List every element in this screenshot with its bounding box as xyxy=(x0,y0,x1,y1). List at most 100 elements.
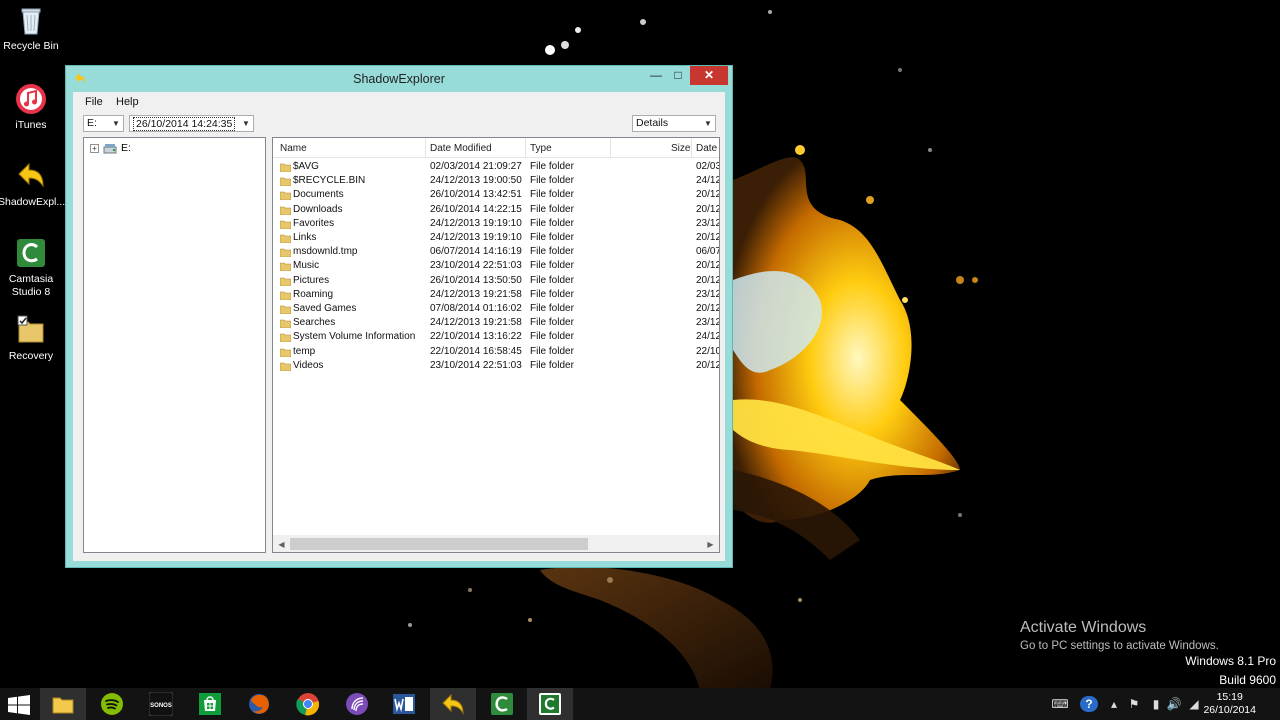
file-name: Downloads xyxy=(293,203,343,215)
scroll-left-icon[interactable]: ◀ xyxy=(273,536,290,552)
file-date: 20/12 xyxy=(696,274,720,286)
snapshot-select[interactable]: 26/10/2014 14:24:35 ▼ xyxy=(129,115,254,132)
desktop-icon-recovery[interactable]: Recovery xyxy=(0,314,62,363)
column-divider[interactable] xyxy=(691,138,692,158)
file-date: 24/12 xyxy=(696,331,720,343)
camtasia-icon xyxy=(491,693,513,715)
taskbar-camtasia[interactable] xyxy=(479,688,525,720)
desktop-icon-recycle-bin[interactable]: Recycle Bin xyxy=(0,4,62,53)
activate-windows-watermark: Activate Windows Go to PC settings to ac… xyxy=(1020,619,1219,652)
desktop-icon-shadowexplorer[interactable]: ShadowExpl... xyxy=(0,160,65,209)
column-header-size[interactable]: Size xyxy=(671,143,690,154)
close-button[interactable]: ✕ xyxy=(690,66,728,85)
file-date-modified: 24/12/2013 19:19:10 xyxy=(430,217,522,229)
column-divider[interactable] xyxy=(525,138,526,158)
folder-icon xyxy=(280,177,291,187)
windows-start-icon[interactable] xyxy=(8,695,30,715)
camtasia-recorder-icon xyxy=(539,693,561,715)
list-item[interactable]: $AVG 02/03/2014 21:09:27 File folder 02/03 xyxy=(273,160,719,174)
file-date-modified: 23/10/2014 22:51:03 xyxy=(430,359,522,371)
minimize-button[interactable]: — xyxy=(646,66,666,85)
taskbar-shadowexplorer[interactable] xyxy=(430,688,476,720)
taskbar-sonos[interactable]: SONOS xyxy=(138,688,184,720)
file-name: Searches xyxy=(293,317,336,329)
tree-node-drive-e[interactable]: + E: xyxy=(90,142,131,154)
menu-help[interactable]: Help xyxy=(116,96,139,108)
file-date: 24/12 xyxy=(696,175,720,187)
expand-icon[interactable]: + xyxy=(90,143,99,153)
column-divider[interactable] xyxy=(610,138,611,158)
file-name: Links xyxy=(293,232,317,243)
store-icon xyxy=(199,693,221,715)
title-bar[interactable]: ShadowExplorer — □ ✕ xyxy=(66,66,732,92)
list-item[interactable]: Searches 24/12/2013 19:21:58 File folder 23… xyxy=(273,316,719,330)
taskbar-itunes[interactable] xyxy=(334,688,380,720)
file-date-modified: 26/10/2014 13:50:50 xyxy=(430,274,522,286)
column-divider[interactable] xyxy=(425,138,426,158)
list-item[interactable]: Downloads 26/10/2014 14:22:15 File folder 2… xyxy=(273,203,719,217)
list-item[interactable]: Saved Games 07/08/2014 01:16:02 File folde… xyxy=(273,302,719,316)
taskbar-firefox[interactable] xyxy=(236,688,282,720)
taskbar-camtasia-recorder[interactable] xyxy=(527,688,573,720)
desktop-icon-camtasia[interactable]: Camtasia Studio 8 xyxy=(0,237,62,299)
file-name: $RECYCLE.BIN xyxy=(293,175,366,187)
folder-icon xyxy=(280,305,291,314)
file-date-modified: 22/10/2014 16:58:45 xyxy=(430,345,522,357)
network-icon[interactable]: ◢ xyxy=(1186,696,1202,712)
file-date: 23/12 xyxy=(696,317,720,329)
file-name: temp xyxy=(293,345,316,357)
column-header-date-modified[interactable]: Date Modified xyxy=(430,143,492,154)
taskbar-store[interactable] xyxy=(187,688,233,720)
drive-select[interactable]: E: ▼ xyxy=(83,115,124,132)
horizontal-scrollbar[interactable]: ◀ ▶ xyxy=(273,535,719,552)
column-header-type[interactable]: Type xyxy=(530,143,552,154)
taskbar-file-explorer[interactable] xyxy=(40,688,86,720)
folder-icon xyxy=(280,334,291,343)
list-item[interactable]: Music 23/10/2014 22:51:03 File folder 20/12 xyxy=(273,259,719,273)
maximize-button[interactable]: □ xyxy=(668,66,688,85)
taskbar-chrome[interactable] xyxy=(285,688,331,720)
list-item[interactable]: Roaming 24/12/2013 19:21:58 File folder 23/… xyxy=(273,288,719,302)
file-name: Music xyxy=(293,260,320,272)
help-icon[interactable]: ? xyxy=(1080,696,1098,712)
folder-icon xyxy=(280,263,291,272)
column-header-date[interactable]: Date xyxy=(696,143,717,154)
list-item[interactable]: msdownld.tmp 06/07/2014 14:16:19 File fold… xyxy=(273,245,719,259)
folder-icon xyxy=(280,163,291,172)
list-item[interactable]: Videos 23/10/2014 22:51:03 File folder 20/1… xyxy=(273,359,719,373)
taskbar-word[interactable] xyxy=(381,688,427,720)
keyboard-icon[interactable]: ⌨ xyxy=(1048,696,1072,712)
file-date: 22/10 xyxy=(696,345,720,357)
volume-icon[interactable]: 🔊 xyxy=(1166,696,1182,712)
view-select[interactable]: Details ▼ xyxy=(632,115,716,132)
windows-version: Windows 8.1 Pro Build 9600 xyxy=(1185,652,1276,690)
scroll-right-icon[interactable]: ▶ xyxy=(702,536,719,552)
list-header: Name Date Modified Type Size Date xyxy=(273,138,719,158)
spotify-icon xyxy=(101,693,123,715)
list-item[interactable]: Favorites 24/12/2013 19:19:10 File folder 2… xyxy=(273,217,719,231)
list-item[interactable]: Documents 26/10/2014 13:42:51 File folder 2… xyxy=(273,188,719,202)
column-header-name[interactable]: Name xyxy=(280,143,307,154)
file-type: File folder xyxy=(530,246,574,258)
desktop-icon-itunes[interactable]: iTunes xyxy=(0,83,62,132)
word-icon xyxy=(393,694,415,714)
watermark-title: Activate Windows xyxy=(1020,619,1147,636)
menu-file[interactable]: File xyxy=(85,96,103,108)
battery-icon[interactable]: ▮ xyxy=(1148,696,1164,712)
file-type: File folder xyxy=(530,217,574,229)
scrollbar-thumb[interactable] xyxy=(290,538,588,550)
list-item[interactable]: temp 22/10/2014 16:58:45 File folder 22/10 xyxy=(273,345,719,359)
list-item[interactable]: Links 24/12/2013 19:19:10 File folder 20/12 xyxy=(273,231,719,245)
list-item[interactable]: System Volume Information 22/10/2014 13:1… xyxy=(273,330,719,344)
folder-icon xyxy=(280,206,291,215)
taskbar-clock[interactable]: 15:19 26/10/2014 xyxy=(1203,691,1256,717)
file-name: $AVG xyxy=(293,161,319,172)
folder-icon xyxy=(280,348,291,357)
file-type: File folder xyxy=(530,345,574,357)
file-date-modified: 23/10/2014 22:51:03 xyxy=(430,260,522,272)
action-center-flag-icon[interactable]: ⚑ xyxy=(1126,696,1142,712)
taskbar-spotify[interactable] xyxy=(89,688,135,720)
list-item[interactable]: $RECYCLE.BIN 24/12/2013 19:00:50 File fold… xyxy=(273,174,719,188)
list-item[interactable]: Pictures 26/10/2014 13:50:50 File folder 20… xyxy=(273,274,719,288)
show-hidden-icons-chevron[interactable]: ▴ xyxy=(1106,696,1122,712)
